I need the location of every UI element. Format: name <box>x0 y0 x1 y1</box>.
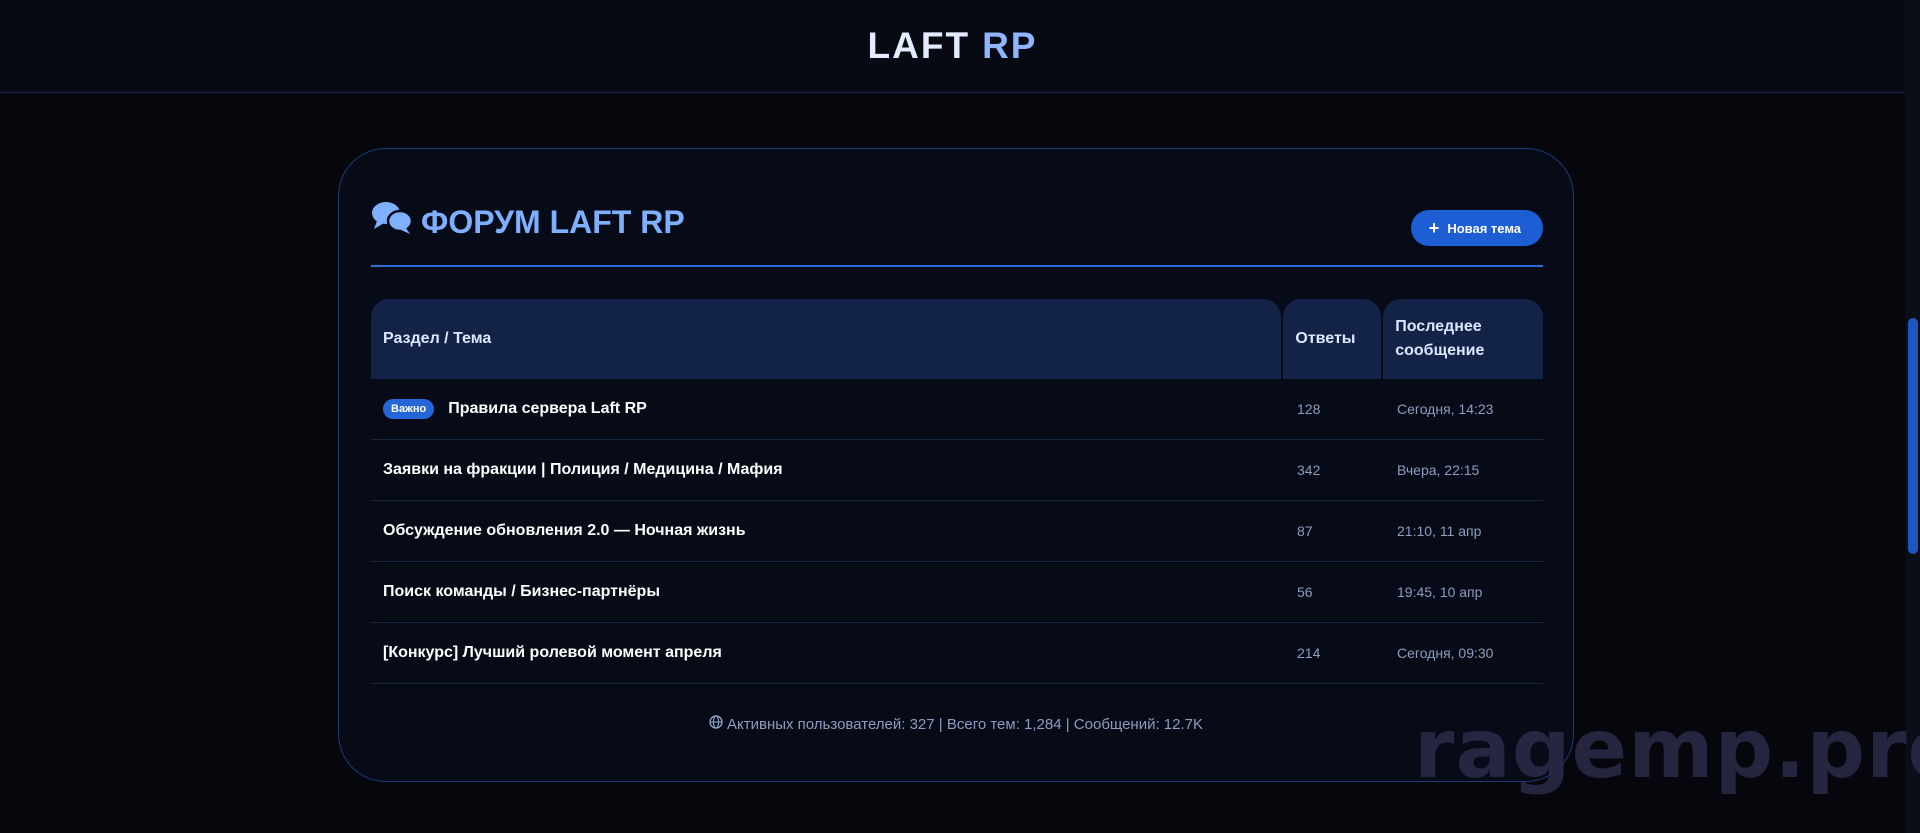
column-header-topic: Раздел / Тема <box>371 299 1282 379</box>
brand-name: LAFT <box>867 25 971 66</box>
replies-count: 128 <box>1297 401 1321 417</box>
forum-panel: ФОРУМ LAFT RP + Новая тема Раздел / Тема… <box>338 148 1574 782</box>
topic-title-link[interactable]: Заявки на фракции | Полиция / Медицина /… <box>383 461 783 479</box>
brand-suffix: RP <box>982 25 1038 66</box>
important-badge: Важно <box>383 399 435 419</box>
topic-title-link[interactable]: Обсуждение обновления 2.0 — Ночная жизнь <box>383 522 746 540</box>
last-post-time: Вчера, 22:15 <box>1397 462 1480 478</box>
table-row[interactable]: [Конкурс] Лучший ролевой момент апреля 2… <box>371 623 1543 684</box>
top-header: LAFT RP <box>0 0 1905 93</box>
table-row[interactable]: Важно Правила сервера Laft RP 128 Сегодн… <box>371 379 1543 440</box>
last-post-time: 19:45, 10 апр <box>1397 584 1483 600</box>
last-post-time: Сегодня, 14:23 <box>1397 401 1494 417</box>
table-row[interactable]: Обсуждение обновления 2.0 — Ночная жизнь… <box>371 501 1543 562</box>
new-topic-button[interactable]: + Новая тема <box>1410 210 1543 246</box>
plus-icon: + <box>1428 218 1440 238</box>
replies-count: 214 <box>1297 645 1321 661</box>
replies-count: 342 <box>1297 462 1321 478</box>
new-topic-label: Новая тема <box>1447 220 1521 236</box>
table-row[interactable]: Поиск команды / Бизнес-партнёры 56 19:45… <box>371 562 1543 623</box>
column-header-last-post: Последнее сообщение <box>1383 299 1543 379</box>
topic-title-link[interactable]: Поиск команды / Бизнес-партнёры <box>383 583 660 601</box>
table-row[interactable]: Заявки на фракции | Полиция / Медицина /… <box>371 440 1543 501</box>
replies-count: 87 <box>1297 523 1313 539</box>
topic-title-link[interactable]: [Конкурс] Лучший ролевой момент апреля <box>383 644 722 662</box>
scrollbar-thumb[interactable] <box>1908 318 1918 554</box>
globe-icon <box>709 715 723 733</box>
watermark: ragemp.pro <box>1414 702 1920 797</box>
comments-icon <box>371 201 414 243</box>
stats-text: Активных пользователей: 327 | Всего тем:… <box>726 715 1204 733</box>
last-post-time: Сегодня, 09:30 <box>1397 645 1494 661</box>
forum-title-text: ФОРУМ LAFT RP <box>421 203 685 240</box>
site-logo[interactable]: LAFT RP <box>868 25 1038 67</box>
replies-count: 56 <box>1297 584 1313 600</box>
table-header: Раздел / Тема Ответы Последнее сообщение <box>371 299 1543 379</box>
forum-title: ФОРУМ LAFT RP <box>371 201 685 243</box>
forum-header: ФОРУМ LAFT RP + Новая тема <box>371 201 1543 267</box>
column-header-replies: Ответы <box>1283 299 1382 379</box>
forum-table: Раздел / Тема Ответы Последнее сообщение… <box>371 299 1543 684</box>
topic-title-link[interactable]: Правила сервера Laft RP <box>448 400 647 418</box>
last-post-time: 21:10, 11 апр <box>1397 523 1482 539</box>
forum-stats: Активных пользователей: 327 | Всего тем:… <box>339 715 1573 733</box>
